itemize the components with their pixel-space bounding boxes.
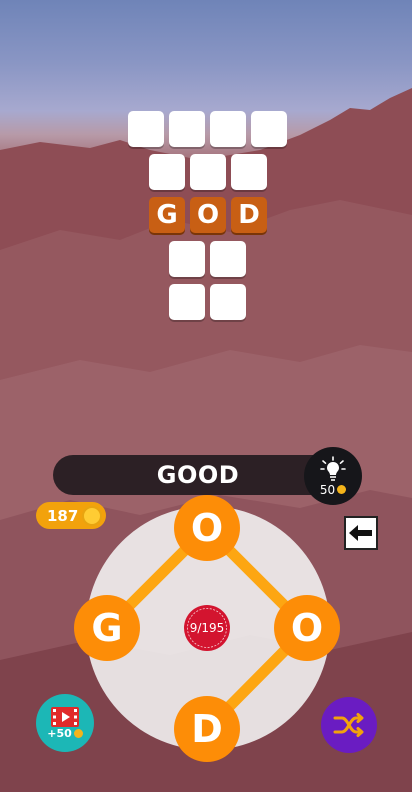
crossword-tile bbox=[231, 154, 267, 190]
lightbulb-icon bbox=[320, 455, 346, 481]
coin-icon bbox=[337, 485, 347, 494]
crossword-tile bbox=[190, 154, 226, 190]
video-reward-value: +50 bbox=[47, 726, 72, 740]
crossword-tile bbox=[210, 284, 246, 320]
crossword-tile bbox=[251, 111, 287, 147]
arrow-left-icon bbox=[349, 525, 372, 541]
letter-o-top[interactable]: O bbox=[174, 495, 240, 561]
letter-o-right[interactable]: O bbox=[274, 595, 340, 661]
progress-text: 9/195 bbox=[189, 621, 225, 635]
coin-icon bbox=[73, 728, 83, 738]
video-reward-icon bbox=[51, 706, 79, 727]
crossword-tile bbox=[169, 284, 205, 320]
video-reward: +50 bbox=[47, 727, 83, 740]
hint-button[interactable]: 50 bbox=[304, 447, 362, 505]
hint-cost-value: 50 bbox=[319, 482, 336, 497]
crossword-tile-solved: G bbox=[149, 197, 185, 233]
crossword-tile-solved: D bbox=[231, 197, 267, 233]
hint-cost: 50 bbox=[319, 482, 347, 497]
crossword-tile bbox=[169, 111, 205, 147]
crossword-tile bbox=[210, 241, 246, 277]
watch-video-button[interactable]: +50 bbox=[36, 694, 94, 752]
coin-balance[interactable]: 187 bbox=[36, 502, 106, 529]
back-button[interactable] bbox=[344, 516, 378, 550]
crossword-tile bbox=[149, 154, 185, 190]
crossword-tile bbox=[128, 111, 164, 147]
letter-d-bottom[interactable]: D bbox=[174, 696, 240, 762]
current-word-display: GOOD bbox=[53, 455, 343, 495]
crossword-tile bbox=[210, 111, 246, 147]
coin-amount: 187 bbox=[47, 506, 79, 525]
shuffle-icon bbox=[333, 713, 364, 737]
crossword-tile-solved: O bbox=[190, 197, 226, 233]
level-progress-badge: 9/195 bbox=[182, 603, 232, 653]
letter-g-left[interactable]: G bbox=[74, 595, 140, 661]
coin-icon bbox=[82, 505, 103, 526]
crossword-tile bbox=[169, 241, 205, 277]
shuffle-button[interactable] bbox=[321, 697, 377, 753]
